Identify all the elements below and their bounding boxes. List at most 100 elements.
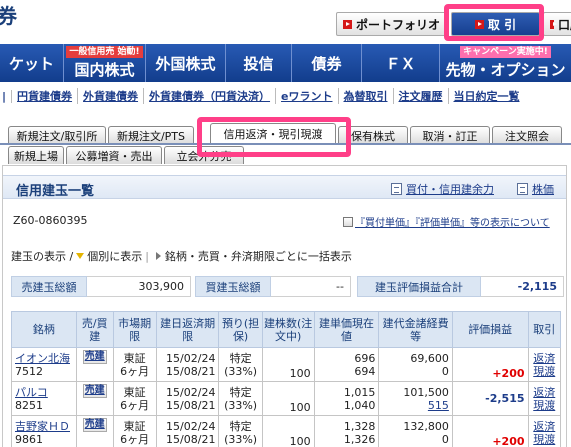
open-date: 15/02/24 — [166, 351, 216, 365]
term: 6ヶ月 — [120, 432, 150, 446]
nav-foreign-stock[interactable]: 外国株式 — [146, 44, 226, 82]
issue-name-link[interactable]: 吉野家ＨＤ — [15, 420, 73, 433]
display-individual[interactable]: 個別に表示 — [87, 248, 142, 264]
col-price: 建単価現在値 — [313, 311, 380, 348]
tab-new-order-pts[interactable]: 新規注文/PTS — [108, 126, 194, 144]
nav-label: 投信 — [243, 54, 274, 73]
open-price: 696 — [354, 351, 376, 365]
deliver-link[interactable]: 現渡 — [532, 365, 557, 378]
sublink-ewarrant[interactable]: eワラント — [276, 88, 339, 104]
sell-type-badge[interactable]: 売建 — [82, 350, 107, 364]
repay-link[interactable]: 返済 — [532, 386, 557, 399]
stock-price-link[interactable]: 株価 — [517, 181, 554, 197]
type-cell: 売建 — [75, 415, 114, 447]
nav-futures-options[interactable]: キャンペーン実施中! 先物・オプション — [440, 44, 571, 82]
table-header-row: 銘柄 売/買建 市場期限 建日返済期限 預り(担保) 建株数(注文中) 建単価現… — [11, 311, 562, 348]
nav-fx[interactable]: ＦＸ — [362, 44, 440, 82]
tab-order-inquiry[interactable]: 注文照会 — [492, 126, 562, 144]
col-issue: 銘柄 — [11, 311, 77, 348]
qty-cell: 100 — [261, 381, 315, 416]
price-cell: 1,328 1,326 — [313, 415, 380, 447]
fees: 0 — [441, 432, 449, 446]
tab-holdings[interactable]: 保有株式 — [338, 126, 408, 144]
nav-bonds[interactable]: 債券 — [292, 44, 362, 82]
issue-name-link[interactable]: パルコ — [15, 386, 73, 399]
open-price: 1,328 — [343, 419, 376, 433]
tabs-row-2: 新規上場 公募増資・売出 立会外分売 — [0, 146, 246, 164]
tabs-row-1: 新規注文/取引所 新規注文/PTS 信用返済・現引現渡 保有株式 取消・訂正 注… — [0, 123, 564, 144]
date-cell: 15/02/24 15/08/21 — [155, 415, 220, 447]
sublink-foreign-bonds[interactable]: 外貨建債券 — [78, 88, 145, 104]
collateral-rate: (33%) — [224, 398, 258, 412]
col-amount: 建代金諸経費等 — [378, 311, 453, 348]
date-cell: 15/02/24 15/08/21 — [155, 381, 220, 416]
issue-cell: パルコ 8251 — [11, 381, 77, 416]
term: 6ヶ月 — [120, 398, 150, 412]
sell-total-value: 303,900 — [87, 276, 191, 297]
col-date: 建日返済期限 — [155, 311, 220, 348]
nav-domestic-stock[interactable]: 一般信用売 始動! 国内株式 — [64, 44, 146, 82]
buy-total-label: 買建玉総額 — [195, 276, 271, 297]
collateral-cell: 特定 (33%) — [218, 347, 263, 382]
portfolio-label: ポートフォリオ — [356, 17, 441, 32]
torihiki-button[interactable]: 取 引 — [451, 12, 540, 36]
display-notice[interactable]: 『買付単価』『評価単価』等の表示について — [343, 214, 550, 229]
current-price: 694 — [354, 364, 376, 378]
eval-total-value: -2,115 — [481, 276, 564, 297]
deliver-link[interactable]: 現渡 — [532, 399, 557, 412]
date-cell: 15/02/24 15/08/21 — [155, 347, 220, 382]
tab-new-order-exchange[interactable]: 新規注文/取引所 — [8, 126, 106, 144]
qty-cell: 100 — [261, 415, 315, 447]
price-cell: 696 694 — [313, 347, 380, 382]
due-date: 15/08/21 — [166, 432, 216, 446]
account-code: Z60-0860395 — [13, 214, 88, 227]
buying-power-link[interactable]: 買付・信用建余力 — [391, 181, 494, 197]
nav-funds[interactable]: 投信 — [226, 44, 292, 82]
tab-public-offering[interactable]: 公募増資・売出 — [66, 146, 162, 164]
action-cell: 返済 現渡 — [527, 347, 562, 382]
nav-label: 外国株式 — [155, 54, 216, 73]
fees-link[interactable]: 515 — [382, 399, 449, 412]
sell-type-badge[interactable]: 売建 — [82, 418, 107, 432]
document-icon — [391, 183, 402, 195]
issue-cell: イオン北海 7512 — [11, 347, 77, 382]
deliver-link[interactable]: 現渡 — [532, 433, 557, 446]
portfolio-button[interactable]: ポートフォリオ — [336, 12, 449, 36]
sublink-yen-bonds[interactable]: 円貨建債券 — [12, 88, 79, 104]
logo[interactable]: 券 — [0, 0, 18, 29]
tab-credit-repay[interactable]: 信用返済・現引現渡 — [210, 123, 336, 143]
tab-off-floor[interactable]: 立会外分売 — [164, 146, 244, 164]
col-type: 売/買建 — [75, 311, 114, 348]
repay-link[interactable]: 返済 — [532, 352, 557, 365]
market-cell: 東証 6ヶ月 — [112, 347, 157, 382]
sublink-today-executions[interactable]: 当日約定一覧 — [449, 88, 525, 104]
repay-link[interactable]: 返済 — [532, 420, 557, 433]
sublink-foreign-bonds-yen[interactable]: 外貨建債券（円貨決済） — [144, 88, 277, 104]
col-market: 市場期限 — [112, 311, 157, 348]
sell-type-badge[interactable]: 売建 — [82, 384, 107, 398]
open-price: 1,015 — [343, 385, 376, 399]
price-cell: 1,015 1,040 — [313, 381, 380, 416]
sublink-prev: | — [0, 89, 13, 103]
issue-code: 7512 — [15, 364, 43, 378]
tab-new-listing[interactable]: 新規上場 — [8, 146, 64, 164]
account-button[interactable]: 口座 — [543, 12, 571, 36]
display-grouped-link[interactable]: 銘柄・売買・弁済期限ごとに一括表示 — [165, 248, 352, 264]
eval-total-label: 建玉評価損益合計 — [357, 276, 481, 297]
pl-cell: +200 — [451, 415, 529, 447]
separator: | — [145, 249, 149, 263]
collateral-cell: 特定 (33%) — [218, 381, 263, 416]
nav-market[interactable]: ケット — [0, 44, 64, 82]
stock-price-label: 株価 — [532, 183, 554, 196]
triangle-down-icon — [76, 253, 85, 259]
issue-code: 9861 — [15, 432, 43, 446]
sublink-fx-trade[interactable]: 為替取引 — [339, 88, 394, 104]
sublink-order-history[interactable]: 注文履歴 — [394, 88, 449, 104]
tabs-divider — [0, 143, 571, 145]
collateral-rate: (33%) — [224, 432, 258, 446]
issue-name-link[interactable]: イオン北海 — [15, 352, 73, 365]
nav-label: 債券 — [311, 54, 342, 73]
tab-cancel-correct[interactable]: 取消・訂正 — [410, 126, 490, 144]
qty-cell: 100 — [261, 347, 315, 382]
due-date: 15/08/21 — [166, 398, 216, 412]
